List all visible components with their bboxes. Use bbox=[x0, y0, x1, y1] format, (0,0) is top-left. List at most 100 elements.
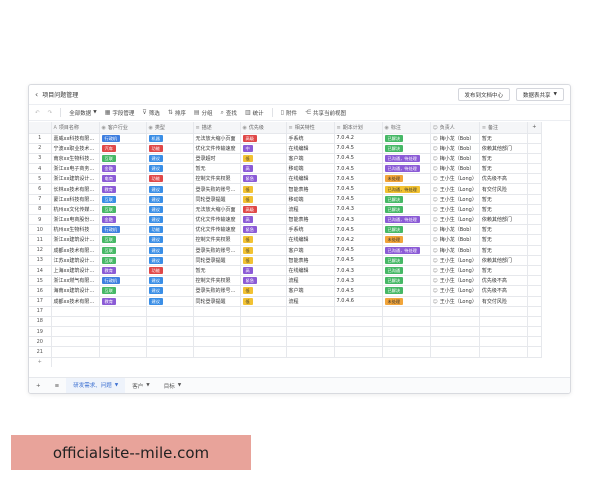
table-row[interactable]: 7 蒙江xx科技有限… 互联 建议 同轮登录提醒低 移动端 7.0.4.5 已解决 ☺ 王小生（L… bbox=[29, 194, 542, 205]
version-cell[interactable]: 7.0.4.2 bbox=[334, 234, 383, 246]
empty-cell[interactable] bbox=[193, 326, 241, 338]
owner-cell[interactable]: ☺ 梅小龙（Bob） bbox=[430, 224, 480, 236]
tag-cell[interactable]: 功能 bbox=[146, 265, 194, 277]
empty-cell[interactable] bbox=[382, 336, 431, 348]
table-row[interactable]: 11 浙江xx建筑设计… 互联 建议 控制文件夹权限低 在线编辑 7.0.4.2 未处理 ☺ 梅小… bbox=[29, 234, 542, 246]
tag-cell[interactable]: 高 bbox=[240, 163, 287, 175]
tag-cell[interactable]: 互联 bbox=[99, 194, 147, 205]
tag-cell[interactable]: 低 bbox=[240, 255, 287, 266]
column-header[interactable]: ≡ 期本计划 bbox=[334, 122, 383, 134]
tag-cell[interactable]: 教育 bbox=[99, 265, 147, 277]
empty-cell[interactable] bbox=[430, 326, 480, 338]
note-cell[interactable]: 暂无 bbox=[479, 265, 528, 277]
tag-cell[interactable]: 高级 bbox=[240, 204, 287, 216]
empty-cell[interactable] bbox=[286, 326, 335, 338]
feature-cell[interactable]: 智能表格 bbox=[286, 183, 335, 195]
empty-cell[interactable] bbox=[527, 296, 542, 307]
empty-cell[interactable] bbox=[146, 346, 194, 358]
description-cell[interactable]: 登录失败的账号… bbox=[193, 245, 241, 256]
tag-cell[interactable]: 低 bbox=[240, 296, 287, 307]
tag-cell[interactable]: 紧急 bbox=[240, 275, 287, 287]
table-row[interactable]: 6 长林xx技术有限… 教育 建议 登录失败的账号… 低 智能表格 7.0.4.5 已沟通，待处… bbox=[29, 183, 542, 195]
empty-cell[interactable] bbox=[479, 326, 528, 338]
table-row[interactable]: 2 宁波xx职业技术… 汽车 功能 优化文件传输速度中 在线编辑 7.0.4.5 已解决 ☺ 梅小… bbox=[29, 143, 542, 154]
empty-cell[interactable] bbox=[382, 346, 431, 358]
version-cell[interactable]: 7.0.4.5 bbox=[334, 224, 383, 236]
tag-cell[interactable]: 建议 bbox=[146, 285, 194, 297]
feature-cell[interactable]: 在线编辑 bbox=[286, 265, 335, 277]
version-cell[interactable]: 7.0.4.5 bbox=[334, 285, 383, 297]
tag-cell[interactable]: 高 bbox=[240, 265, 287, 277]
version-cell[interactable]: 7.0.4.5 bbox=[334, 245, 383, 256]
version-cell[interactable]: 7.0.4.5 bbox=[334, 194, 383, 205]
version-cell[interactable]: 7.0.4.5 bbox=[334, 255, 383, 266]
description-cell[interactable]: 暂无 bbox=[193, 265, 241, 277]
publish-button[interactable]: 发布到文档中心 bbox=[457, 88, 511, 101]
empty-cell[interactable] bbox=[527, 306, 542, 317]
empty-cell[interactable] bbox=[99, 306, 147, 317]
note-cell[interactable]: 依赖其他部门 bbox=[479, 255, 528, 266]
description-cell[interactable]: 登录失败的账号… bbox=[193, 285, 241, 297]
empty-cell[interactable] bbox=[382, 306, 431, 317]
tag-cell[interactable]: 中 bbox=[240, 143, 287, 154]
empty-cell[interactable] bbox=[193, 336, 241, 348]
tag-cell[interactable]: 互联 bbox=[99, 245, 147, 256]
table-row[interactable]: 5 浙江xx建筑设计… 电商 功能 控制文件夹权限 紧急 在线编辑 7.0.4.5 未处理 ☺ 王小… bbox=[29, 173, 542, 185]
project-name-cell[interactable]: 浙江xx燃气有限… bbox=[51, 275, 100, 287]
tag-cell[interactable]: 功能 bbox=[146, 143, 194, 154]
empty-cell[interactable] bbox=[430, 346, 480, 358]
tag-cell[interactable]: 互联 bbox=[99, 255, 147, 266]
tag-cell[interactable]: 教育 bbox=[99, 296, 147, 307]
owner-cell[interactable]: ☺ 王小生（Long） bbox=[430, 275, 480, 287]
tag-cell[interactable]: 建议 bbox=[146, 275, 194, 287]
version-cell[interactable]: 7.0.4.3 bbox=[334, 275, 383, 287]
tag-cell[interactable]: 已解决 bbox=[382, 143, 431, 154]
project-name-cell[interactable]: 浙江xx建筑设计… bbox=[51, 173, 100, 185]
feature-cell[interactable]: 在线编辑 bbox=[286, 143, 335, 154]
tag-cell[interactable]: 低 bbox=[240, 245, 287, 256]
version-cell[interactable]: 7.0.4.5 bbox=[334, 163, 383, 175]
empty-cell[interactable] bbox=[193, 346, 241, 358]
table-row[interactable]: 3 南京xx生物科技… 互联 建议 登录超时低 客户端 7.0.4.5 已沟通，待处理 ☺ 梅小龙… bbox=[29, 153, 542, 165]
project-name-cell[interactable]: 杭州xx文化传媒… bbox=[51, 204, 100, 216]
description-cell[interactable]: 控制文件夹权限 bbox=[193, 275, 241, 287]
empty-cell[interactable] bbox=[99, 316, 147, 328]
empty-cell[interactable] bbox=[527, 214, 542, 226]
tag-cell[interactable]: 已解决 bbox=[382, 275, 431, 287]
tag-cell[interactable]: 建议 bbox=[146, 296, 194, 307]
column-header[interactable]: ◉ 标注 bbox=[382, 122, 431, 134]
note-cell[interactable]: 有交付风险 bbox=[479, 296, 528, 307]
sheet-list-icon[interactable]: ≡ bbox=[48, 378, 67, 394]
empty-cell[interactable] bbox=[334, 326, 383, 338]
owner-cell[interactable]: ☺ 王小生（Long） bbox=[430, 194, 480, 205]
sheet-tab-goals[interactable]: 目标 ▼ bbox=[157, 378, 188, 394]
tag-cell[interactable]: 建议 bbox=[146, 234, 194, 246]
empty-cell[interactable] bbox=[527, 133, 542, 144]
stats-button[interactable]: ▥ 统计 bbox=[245, 109, 264, 117]
empty-cell[interactable] bbox=[193, 306, 241, 317]
empty-cell[interactable] bbox=[286, 346, 335, 358]
empty-cell[interactable] bbox=[479, 336, 528, 348]
tag-cell[interactable]: 已解决 bbox=[382, 133, 431, 144]
table-row[interactable]: 1 嘉威xx科技有限… 行政机 机器 无法放大缩小页面 高级 手系统 7.0.4.2 已解决 ☺ 梅… bbox=[29, 133, 542, 144]
description-cell[interactable]: 登录超时 bbox=[193, 153, 241, 165]
tag-cell[interactable]: 互联 bbox=[99, 285, 147, 297]
note-cell[interactable]: 暂无 bbox=[479, 133, 528, 144]
tag-cell[interactable]: 已解决 bbox=[382, 285, 431, 297]
description-cell[interactable]: 无法放大缩小页面 bbox=[193, 204, 241, 216]
owner-cell[interactable]: ☺ 梅小龙（Bob） bbox=[430, 163, 480, 175]
filter-button[interactable]: ⊽ 筛选 bbox=[142, 109, 159, 117]
tag-cell[interactable]: 建议 bbox=[146, 204, 194, 216]
note-cell[interactable]: 优先级不高 bbox=[479, 173, 528, 185]
empty-cell[interactable] bbox=[146, 326, 194, 338]
empty-cell[interactable] bbox=[527, 316, 542, 328]
empty-cell[interactable] bbox=[286, 306, 335, 317]
add-column-button[interactable]: + bbox=[527, 122, 542, 134]
share-table-button[interactable]: 数据表共享 ▼ bbox=[516, 88, 564, 101]
add-sheet-button[interactable]: + bbox=[29, 378, 48, 394]
project-name-cell[interactable]: 浙江xx电商股份… bbox=[51, 214, 100, 226]
tag-cell[interactable]: 教育 bbox=[99, 183, 147, 195]
description-cell[interactable]: 同轮登录提醒 bbox=[193, 296, 241, 307]
project-name-cell[interactable]: 宁波xx职业技术… bbox=[51, 143, 100, 154]
feature-cell[interactable]: 在线编辑 bbox=[286, 234, 335, 246]
